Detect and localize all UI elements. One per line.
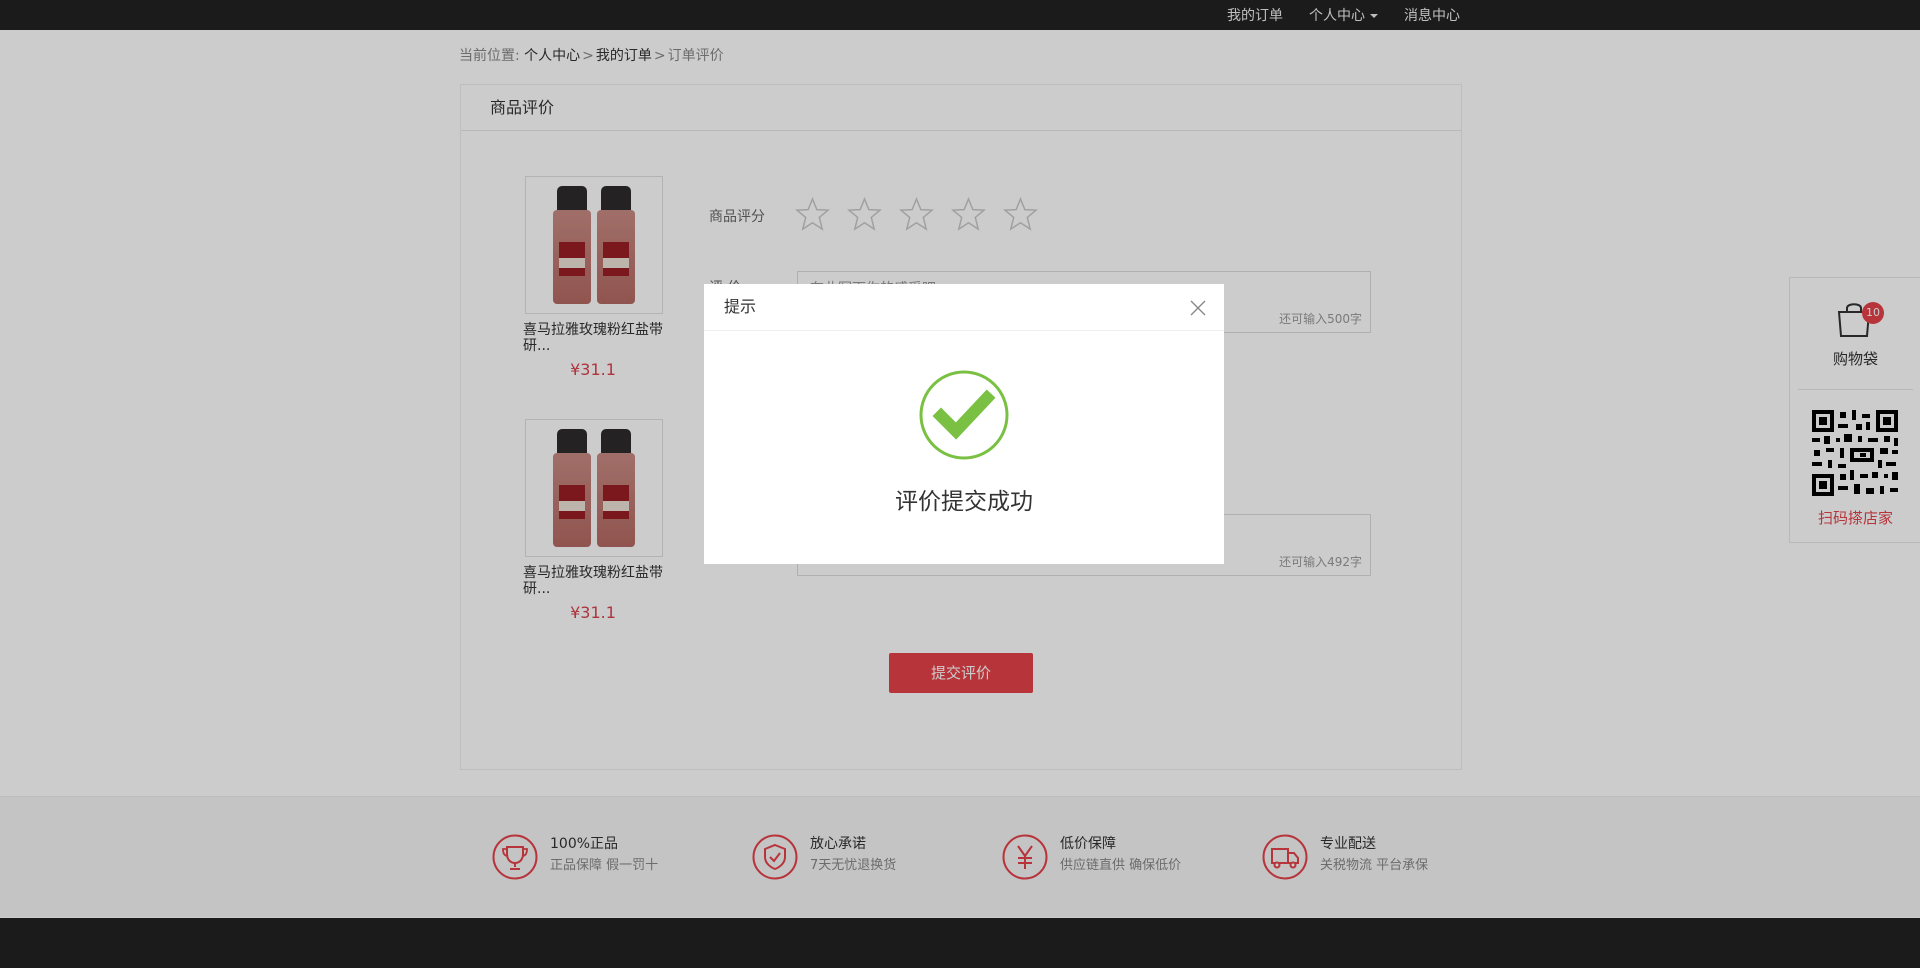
dialog-title: 提示 xyxy=(724,297,757,316)
success-check-icon xyxy=(919,370,1009,460)
dialog-header: 提示 xyxy=(704,284,1224,331)
success-dialog: 提示 评价提交成功 xyxy=(704,284,1224,564)
dialog-message: 评价提交成功 xyxy=(895,489,1033,515)
close-icon[interactable] xyxy=(1190,300,1206,316)
